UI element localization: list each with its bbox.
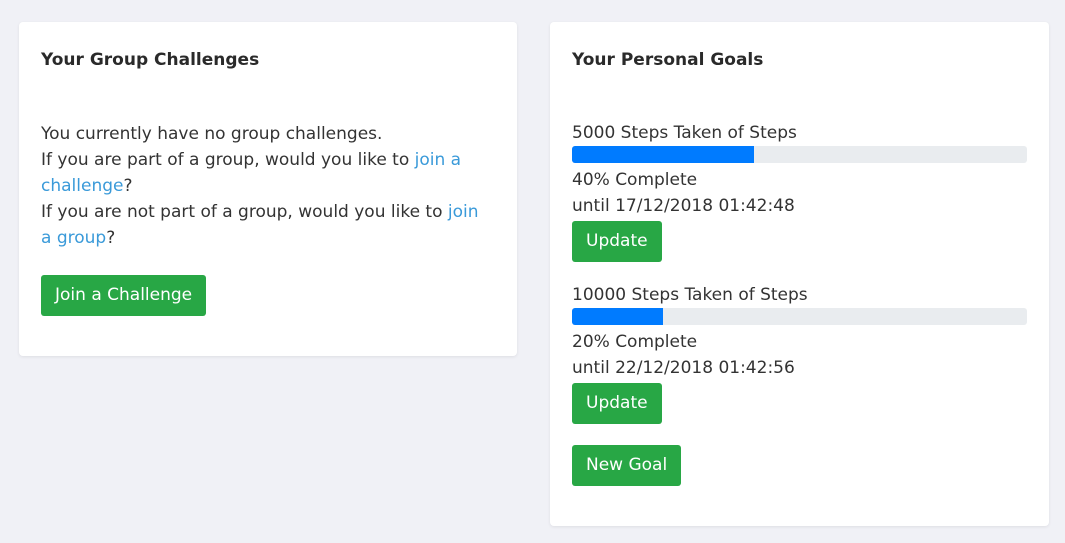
join-challenge-button[interactable]: Join a Challenge (41, 275, 207, 316)
join-group-prompt: If you are not part of a group, would yo… (41, 199, 491, 251)
goal-progress-bar (572, 146, 1027, 163)
personal-goals-card: Your Personal Goals 5000 Steps Taken of … (550, 22, 1049, 526)
goal-deadline: until 22/12/2018 01:42:56 (572, 358, 795, 378)
join-challenge-prompt: If you are part of a group, would you li… (41, 147, 491, 199)
goal-progress-fill (572, 308, 663, 325)
join-challenge-prompt-prefix: If you are part of a group, would you li… (41, 150, 415, 170)
join-challenge-prompt-suffix: ? (123, 176, 133, 196)
goal-label: 10000 Steps Taken of Steps (572, 285, 808, 305)
goal-progress-fill (572, 146, 754, 163)
group-challenges-title: Your Group Challenges (41, 50, 260, 70)
goal-item: 10000 Steps Taken of Steps 20% Complete … (572, 284, 1027, 424)
group-challenges-card: Your Group Challenges You currently have… (19, 22, 517, 356)
personal-goals-title: Your Personal Goals (572, 50, 764, 70)
no-challenges-text: You currently have no group challenges. (41, 124, 383, 144)
join-group-prompt-suffix: ? (106, 228, 116, 248)
goal-progress-bar (572, 308, 1027, 325)
goal-deadline: until 17/12/2018 01:42:48 (572, 196, 795, 216)
update-goal-button[interactable]: Update (572, 383, 662, 424)
goal-item: 5000 Steps Taken of Steps 40% Complete u… (572, 122, 1027, 262)
update-goal-button[interactable]: Update (572, 221, 662, 262)
goal-percent-complete: 40% Complete (572, 170, 698, 190)
goal-label: 5000 Steps Taken of Steps (572, 123, 797, 143)
group-challenges-message: You currently have no group challenges. … (41, 121, 491, 251)
new-goal-button[interactable]: New Goal (572, 445, 682, 486)
goal-percent-complete: 20% Complete (572, 332, 698, 352)
join-group-prompt-prefix: If you are not part of a group, would yo… (41, 202, 448, 222)
